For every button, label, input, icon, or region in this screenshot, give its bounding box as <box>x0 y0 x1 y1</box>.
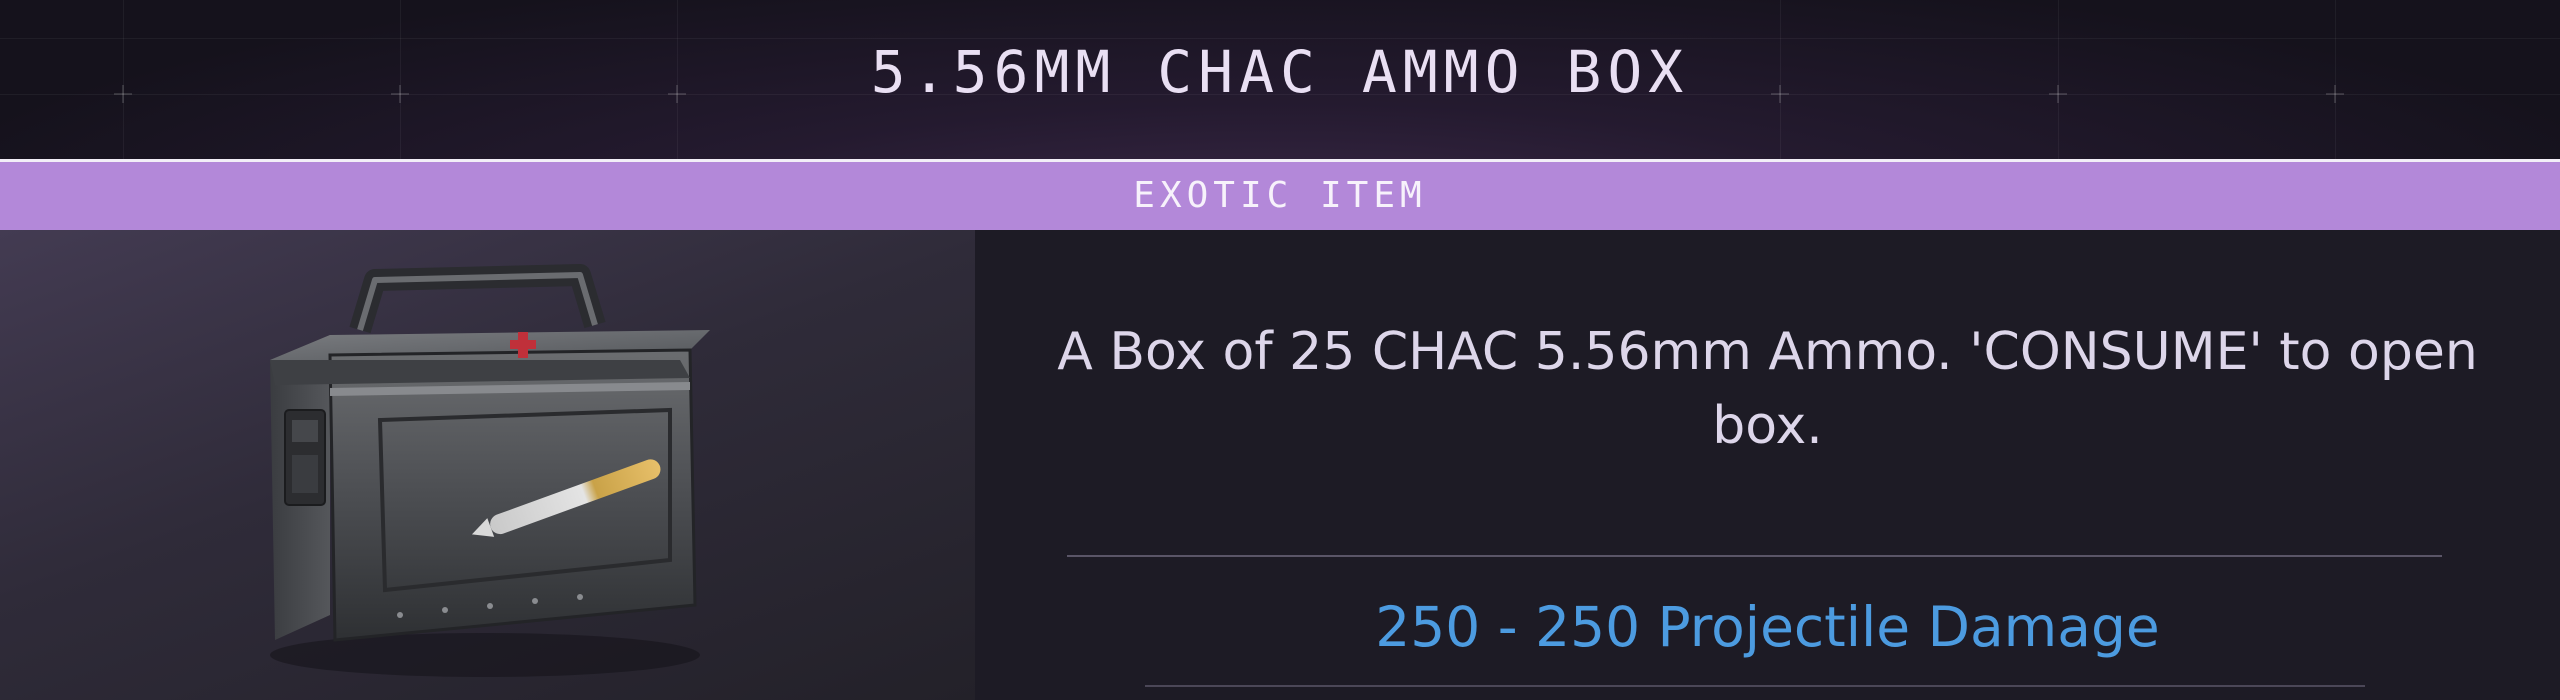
item-title: 5.56MM CHAC AMMO BOX <box>870 38 1690 106</box>
stat-projectile-damage: 250 - 250 Projectile Damage <box>1375 595 2160 659</box>
rarity-label: EXOTIC ITEM <box>1133 175 1427 216</box>
item-description: A Box of 25 CHAC 5.56mm Ammo. 'CONSUME' … <box>1057 322 2478 456</box>
ammo-box-icon <box>270 264 710 677</box>
item-title-bar: 5.56MM CHAC AMMO BOX <box>0 0 2560 160</box>
item-info-panel: A Box of 25 CHAC 5.56mm Ammo. 'CONSUME' … <box>975 230 2560 700</box>
divider <box>1067 555 2442 557</box>
item-image-panel <box>0 230 975 700</box>
divider <box>1145 685 2365 687</box>
